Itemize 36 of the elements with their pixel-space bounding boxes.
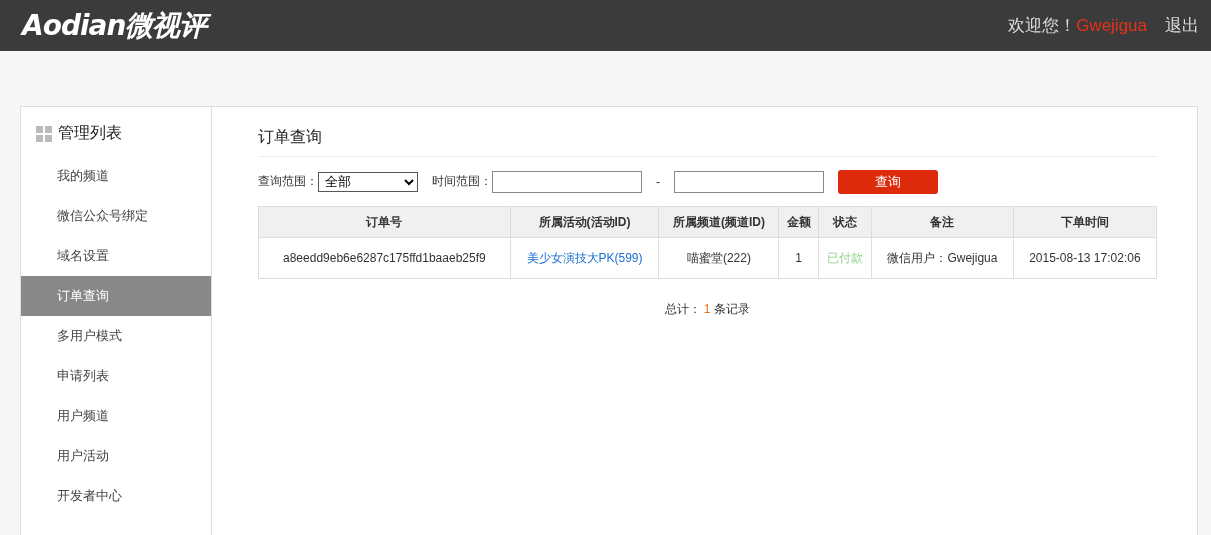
sidebar-item[interactable]: 订单查询	[21, 276, 211, 316]
column-header: 备注	[871, 206, 1014, 238]
sidebar-item[interactable]: 申请列表	[21, 356, 211, 396]
column-header: 状态	[818, 206, 872, 238]
sidebar-item[interactable]: 我的频道	[21, 156, 211, 196]
page-title: 订单查询	[258, 127, 1157, 157]
table-cell: 微信用户：Gwejigua	[871, 237, 1014, 279]
sidebar-item[interactable]: 微信公众号绑定	[21, 196, 211, 236]
end-date-field[interactable]	[674, 170, 824, 193]
start-date-field[interactable]	[492, 170, 642, 193]
column-header: 所属频道(频道ID)	[658, 206, 779, 238]
filter-label: 时间范围：	[432, 173, 492, 190]
table-cell: 2015-08-13 17:02:06	[1013, 237, 1157, 279]
record-count: 总计： 1 条记录	[663, 301, 752, 318]
column-header: 所属活动(活动ID)	[510, 206, 659, 238]
column-header: 金额	[778, 206, 819, 238]
greeting: 欢迎您！Gwejigua	[1008, 15, 1147, 37]
scope-select[interactable]: 全部	[318, 171, 418, 192]
search-button[interactable]: 查询	[838, 169, 938, 194]
table-cell: a8eedd9eb6e6287c175ffd1baaeb25f9	[258, 237, 511, 279]
sidebar-title: 管理列表	[58, 123, 122, 143]
sidebar-item[interactable]: 域名设置	[21, 236, 211, 276]
filter-label: 查询范围：	[258, 173, 318, 190]
logo: Aodian微视评	[20, 5, 213, 46]
sidebar-item[interactable]: 用户活动	[21, 436, 211, 476]
sidebar-item[interactable]: 用户频道	[21, 396, 211, 436]
table-cell: 1	[778, 237, 819, 279]
column-header: 订单号	[258, 206, 511, 238]
table-cell: 喵蜜堂(222)	[658, 237, 779, 279]
range-separator: -	[656, 174, 660, 189]
grid-icon	[36, 125, 52, 142]
sidebar-item[interactable]: 多用户模式	[21, 316, 211, 356]
status-text: 已付款	[826, 250, 863, 265]
sidebar-item[interactable]: 开发者中心	[21, 476, 211, 516]
logout-link[interactable]: 退出	[1165, 14, 1199, 37]
column-header: 下单时间	[1013, 206, 1157, 238]
